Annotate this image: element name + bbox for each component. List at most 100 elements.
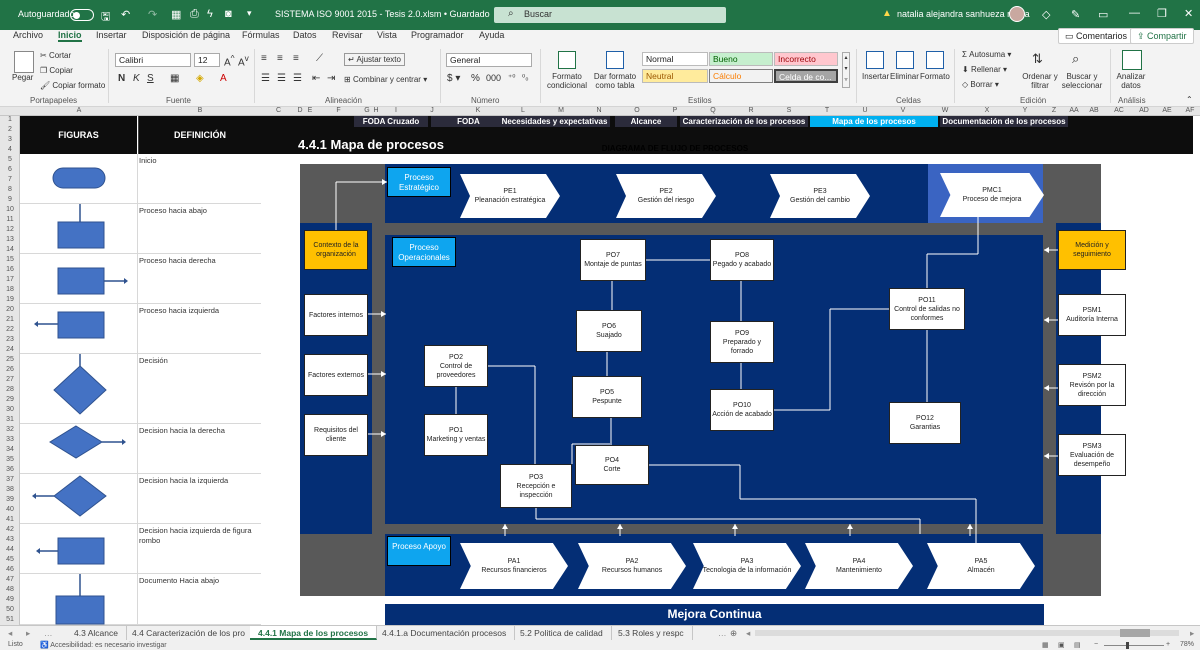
nav-tab[interactable]: Mapa de los procesos — [810, 116, 938, 127]
operational-process-po3[interactable]: PO3 Recepción e inspección — [500, 464, 572, 508]
scrollbar-thumb[interactable] — [1120, 629, 1150, 637]
shrink-font-icon[interactable]: Av — [238, 53, 249, 68]
operational-process-po10[interactable]: PO10 Acción de acabado — [710, 389, 774, 431]
row-header[interactable]: 11 — [0, 216, 20, 223]
page-break-icon[interactable]: ▤ — [1074, 641, 1081, 649]
column-header[interactable]: V — [884, 107, 922, 114]
column-header[interactable]: T — [808, 107, 846, 114]
operational-process-po5[interactable]: PO5 Pespunte — [572, 376, 642, 418]
sheet-nav-more-icon[interactable]: … — [36, 626, 61, 640]
tab-inicio[interactable]: Inicio — [58, 30, 82, 42]
operational-process-po7[interactable]: PO7 Montaje de puntas — [580, 239, 646, 281]
styles-scroll-icon[interactable]: ▴ ▾ ▿ — [842, 52, 850, 88]
tab-vista[interactable]: Vista — [377, 30, 397, 40]
row-header[interactable]: 7 — [0, 176, 20, 183]
row-header[interactable]: 45 — [0, 556, 20, 563]
row-header[interactable]: 50 — [0, 606, 20, 613]
column-header[interactable]: Q — [694, 107, 732, 114]
comma-style-icon[interactable]: 000 — [486, 73, 501, 83]
customize-qat-icon[interactable]: ▾ — [247, 8, 252, 19]
row-header[interactable]: 35 — [0, 456, 20, 463]
tab-revisar[interactable]: Revisar — [332, 30, 363, 40]
print-preview-icon[interactable]: ⎙ — [190, 8, 199, 21]
format-table-button[interactable]: Dar formato como tabla — [592, 72, 638, 90]
nav-tab[interactable]: FODA Cruzado — [354, 116, 428, 127]
row-header[interactable]: 4 — [0, 146, 20, 153]
row-header[interactable]: 14 — [0, 246, 20, 253]
nav-tab[interactable]: Alcance — [615, 116, 677, 127]
row-header[interactable]: 31 — [0, 416, 20, 423]
sort-filter-button[interactable]: Ordenar y filtrar — [1020, 72, 1060, 90]
column-header[interactable]: AC — [1104, 107, 1134, 114]
maximize-icon[interactable]: ❐ — [1157, 7, 1167, 20]
orientation-icon[interactable]: ⟋ — [316, 53, 323, 64]
row-header[interactable]: 16 — [0, 266, 20, 273]
row-header[interactable]: 41 — [0, 516, 20, 523]
row-header[interactable]: 30 — [0, 406, 20, 413]
column-header[interactable]: Y — [1006, 107, 1044, 114]
merge-center-button[interactable]: ⊞ Combinar y centrar ▾ — [344, 75, 427, 84]
row-header[interactable]: 28 — [0, 386, 20, 393]
tab-insertar[interactable]: Insertar — [96, 30, 127, 40]
redo-icon[interactable]: ↷ — [148, 8, 157, 21]
zoom-out-icon[interactable]: − — [1094, 641, 1098, 648]
row-header[interactable]: 43 — [0, 536, 20, 543]
column-header[interactable]: AF — [1180, 107, 1200, 114]
decrease-decimal-icon[interactable]: ⁰₀ — [522, 73, 529, 82]
strategic-process-pe1[interactable]: PE1 Pleanación estratégica — [460, 174, 560, 218]
analyze-data-button[interactable]: Analizar datos — [1112, 72, 1150, 90]
column-header[interactable]: U — [846, 107, 884, 114]
style-bad[interactable]: Incorrecto — [774, 52, 838, 66]
row-header[interactable]: 2 — [0, 126, 20, 133]
tab-formulas[interactable]: Fórmulas — [242, 30, 280, 40]
zoom-in-icon[interactable]: + — [1166, 641, 1170, 648]
nav-tab[interactable]: FODA — [431, 116, 506, 127]
align-bottom-icon[interactable]: ≡ — [293, 53, 299, 64]
operational-process-po6[interactable]: PO6 Suajado — [576, 310, 642, 352]
page-layout-icon[interactable]: ▣ — [1058, 641, 1065, 649]
align-left-icon[interactable]: ☰ — [261, 73, 270, 84]
row-header[interactable]: 15 — [0, 256, 20, 263]
bold-icon[interactable]: N — [118, 73, 125, 84]
share-button[interactable]: ⇪ Compartir — [1130, 28, 1194, 44]
paste-icon[interactable] — [14, 51, 34, 73]
diamond-icon[interactable]: ◇ — [1042, 8, 1050, 21]
row-header[interactable]: 38 — [0, 486, 20, 493]
autosave-toggle[interactable] — [70, 9, 94, 21]
row-header[interactable]: 22 — [0, 326, 20, 333]
analyze-data-icon[interactable] — [1122, 50, 1142, 70]
input-external-factors[interactable]: Factores externos — [304, 354, 368, 396]
column-header[interactable]: AB — [1084, 107, 1104, 114]
sheet-tab[interactable]: 4.4 Caracterización de los pro — [124, 626, 254, 640]
tab-disposicion[interactable]: Disposición de página — [142, 30, 230, 40]
operational-process-po2[interactable]: PO2 Control de proveedores — [424, 345, 488, 387]
find-icon[interactable]: ⌕ — [1072, 51, 1079, 67]
column-header[interactable]: AA — [1064, 107, 1084, 114]
align-middle-icon[interactable]: ≡ — [277, 53, 283, 64]
conditional-format-button[interactable]: Formato condicional — [544, 72, 590, 90]
column-header[interactable]: M — [542, 107, 580, 114]
find-select-button[interactable]: Buscar y seleccionar — [1060, 72, 1104, 90]
row-header[interactable]: 1 — [0, 116, 20, 123]
sheet-tab[interactable]: 5.2 Politica de calidad — [512, 626, 612, 640]
row-header[interactable]: 8 — [0, 186, 20, 193]
row-header[interactable]: 46 — [0, 566, 20, 573]
style-calculation[interactable]: Cálculo — [709, 69, 773, 83]
column-header[interactable]: A — [20, 107, 138, 114]
conditional-format-icon[interactable] — [558, 51, 576, 69]
delete-cells-icon[interactable] — [896, 51, 914, 69]
column-header[interactable]: P — [656, 107, 694, 114]
form-icon[interactable]: ▦ — [171, 8, 181, 21]
row-header[interactable]: 25 — [0, 356, 20, 363]
support-process-pa5[interactable]: PA5 Almacén — [927, 543, 1035, 589]
support-process-pa2[interactable]: PA2 Recursos humanos — [578, 543, 686, 589]
style-neutral[interactable]: Neutral — [642, 69, 708, 83]
operational-process-po9[interactable]: PO9 Preparado y forrado — [710, 321, 774, 363]
camera-icon[interactable]: ◙ — [225, 8, 232, 20]
strategic-process-pe3[interactable]: PE3 Gestión del cambio — [770, 174, 870, 218]
support-process-pa3[interactable]: PA3 Tecnologia de la información — [693, 543, 801, 589]
input-internal-factors[interactable]: Factores internos — [304, 294, 368, 336]
column-header[interactable]: S — [770, 107, 808, 114]
accessibility-status[interactable]: ♿ Accesibilidad: es necesario investigar — [40, 641, 167, 649]
format-table-icon[interactable] — [606, 51, 624, 69]
